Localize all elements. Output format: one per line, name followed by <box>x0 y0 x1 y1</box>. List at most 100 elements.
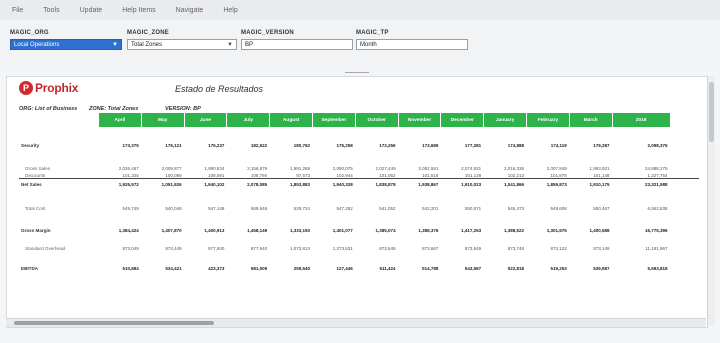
table-cell[interactable]: 873,449 <box>142 246 185 251</box>
table-cell[interactable]: 173,256 <box>356 143 399 148</box>
table-cell[interactable]: 2,009,877 <box>142 166 185 171</box>
table-cell[interactable]: 108,591 <box>185 173 228 178</box>
table-row[interactable]: EBITDA 510,884 534,421 423,373 581,009 259,54… <box>13 264 671 272</box>
table-cell[interactable]: 11,181,967 <box>613 246 671 251</box>
table-cell[interactable]: 101,878 <box>527 173 570 178</box>
table-cell[interactable]: 541,052 <box>356 206 399 211</box>
table-cell[interactable]: 101,052 <box>356 173 399 178</box>
table-cell[interactable]: 550,971 <box>441 206 484 211</box>
table-cell[interactable]: 2,156,879 <box>227 166 270 171</box>
table-cell[interactable]: 1,073,813 <box>270 246 313 251</box>
table-cell[interactable]: 1,853,883 <box>270 182 313 187</box>
menu-navigate[interactable]: Navigate <box>166 7 214 14</box>
table-cell[interactable]: 180,762 <box>270 143 313 148</box>
table-cell[interactable]: 1,910,023 <box>441 182 484 187</box>
table-cell[interactable]: 1,388,522 <box>484 228 527 233</box>
col-header-total[interactable]: 2018 <box>612 113 671 127</box>
menu-help-items[interactable]: Help Items <box>112 7 165 14</box>
table-cell[interactable]: 101,128 <box>441 173 484 178</box>
table-cell[interactable]: 1,417,253 <box>441 228 484 233</box>
table-cell[interactable]: 101,148 <box>570 173 613 178</box>
filter-version-input[interactable]: BP <box>241 39 353 50</box>
table-cell[interactable]: 2,007,849 <box>527 166 570 171</box>
table-cell[interactable]: 1,859,873 <box>527 182 570 187</box>
table-row[interactable]: Total Cost 549,749 540,049 547,149 569,646 52… <box>13 204 671 212</box>
table-cell[interactable]: 873,149 <box>570 246 613 251</box>
table-cell[interactable]: 175,258 <box>313 143 356 148</box>
table-cell[interactable]: 873,748 <box>484 246 527 251</box>
table-cell[interactable]: 581,009 <box>227 266 270 271</box>
filter-org-select[interactable]: Local Operations ▼ <box>10 39 122 50</box>
table-cell[interactable]: 1,051,926 <box>142 182 185 187</box>
table-cell[interactable]: 1,333,150 <box>270 228 313 233</box>
table-cell[interactable]: 6,552,838 <box>613 206 671 211</box>
table-cell[interactable]: 547,149 <box>185 206 228 211</box>
col-header[interactable]: April <box>99 113 142 127</box>
col-header[interactable]: November <box>398 113 442 127</box>
table-cell[interactable]: 174,888 <box>484 143 527 148</box>
table-cell[interactable]: 2,090,075 <box>313 166 356 171</box>
table-cell[interactable]: 182,522 <box>227 143 270 148</box>
col-header[interactable]: December <box>441 113 485 127</box>
horizontal-scrollbar[interactable] <box>6 318 706 327</box>
table-cell[interactable]: 100,098 <box>142 173 185 178</box>
table-cell[interactable]: 534,421 <box>142 266 185 271</box>
table-cell[interactable]: 16,775,396 <box>613 228 671 233</box>
table-cell[interactable]: 1,990,834 <box>185 166 228 171</box>
table-cell[interactable]: 101,325 <box>99 173 142 178</box>
col-header[interactable]: September <box>312 113 356 127</box>
col-header[interactable]: August <box>270 113 313 127</box>
table-cell[interactable]: 177,281 <box>441 143 484 148</box>
table-cell[interactable]: 1,938,867 <box>399 182 442 187</box>
table-cell[interactable]: 5,593,818 <box>613 266 671 271</box>
table-cell[interactable]: 127,446 <box>313 266 356 271</box>
table-row[interactable]: Net Sales 1,925,572 1,051,926 1,940,102 2,07… <box>13 180 671 188</box>
menu-update[interactable]: Update <box>70 7 113 14</box>
table-cell[interactable]: 1,384,424 <box>99 228 142 233</box>
table-cell[interactable]: 873,122 <box>527 246 570 251</box>
table-cell[interactable]: 511,424 <box>356 266 399 271</box>
table-cell[interactable]: 24,888,275 <box>613 166 671 171</box>
table-cell[interactable]: 174,119 <box>527 143 570 148</box>
table-cell[interactable]: 101,518 <box>399 173 442 178</box>
table-cell[interactable]: 1,400,913 <box>185 228 228 233</box>
table-cell[interactable]: 1,940,102 <box>185 182 228 187</box>
table-cell[interactable]: 1,838,878 <box>356 182 399 187</box>
table-cell[interactable]: 877,940 <box>227 246 270 251</box>
menu-file[interactable]: File <box>2 7 33 14</box>
table-cell[interactable]: 2,098,375 <box>613 143 671 148</box>
table-cell[interactable]: 1,407,870 <box>142 228 185 233</box>
col-header[interactable]: July <box>227 113 271 127</box>
table-cell[interactable]: 23,321,588 <box>613 182 671 187</box>
table-cell[interactable]: 547,252 <box>313 206 356 211</box>
table-cell[interactable]: 522,818 <box>484 266 527 271</box>
table-cell[interactable]: 873,667 <box>399 246 442 251</box>
table-cell[interactable]: 1,227,754 <box>613 173 671 178</box>
table-cell[interactable]: 423,373 <box>185 266 228 271</box>
table-cell[interactable]: 1,991,269 <box>270 166 313 171</box>
table-cell[interactable]: 2,016,336 <box>484 166 527 171</box>
table-cell[interactable]: 259,540 <box>270 266 313 271</box>
table-cell[interactable]: 102,213 <box>484 173 527 178</box>
table-cell[interactable]: 1,401,077 <box>313 228 356 233</box>
col-header[interactable]: June <box>184 113 228 127</box>
table-cell[interactable]: 2,026,467 <box>99 166 142 171</box>
vertical-scroll-thumb[interactable] <box>709 82 714 142</box>
table-row[interactable]: Gross Margin 1,384,424 1,407,870 1,400,913 1… <box>13 226 671 234</box>
table-cell[interactable]: 510,884 <box>99 266 142 271</box>
table-cell[interactable]: 1,940,328 <box>313 182 356 187</box>
table-cell[interactable]: 1,301,675 <box>527 228 570 233</box>
vertical-scrollbar[interactable] <box>707 76 715 326</box>
table-cell[interactable]: 977,840 <box>185 246 228 251</box>
table-cell[interactable]: 519,253 <box>527 266 570 271</box>
table-cell[interactable]: 175,237 <box>185 143 228 148</box>
table-cell[interactable]: 540,049 <box>142 206 185 211</box>
table-cell[interactable]: 176,121 <box>142 143 185 148</box>
table-cell[interactable]: 514,788 <box>399 266 442 271</box>
table-cell[interactable]: 1,925,572 <box>99 182 142 187</box>
table-cell[interactable]: 173,375 <box>99 143 142 148</box>
filter-tp-input[interactable]: Month <box>356 39 468 50</box>
chevron-down-icon[interactable]: ▼ <box>112 40 118 51</box>
table-cell[interactable]: 1,041,866 <box>484 182 527 187</box>
col-header[interactable]: February <box>526 113 570 127</box>
